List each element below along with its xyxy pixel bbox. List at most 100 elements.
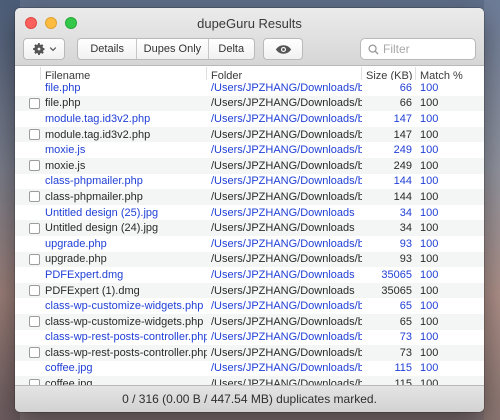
match-cell: 100 — [420, 175, 439, 188]
reference-row[interactable]: coffee.jpg/Users/JPZHANG/Downloads/ba...… — [15, 360, 484, 377]
view-mode-segmented-control: Details Dupes Only Delta — [77, 38, 255, 60]
reference-row[interactable]: upgrade.php/Users/JPZHANG/Downloads/ba..… — [15, 235, 484, 252]
filename-cell: file.php — [45, 81, 81, 94]
size-cell: 147 — [393, 112, 412, 125]
size-cell: 249 — [393, 144, 412, 157]
folder-cell: /Users/JPZHANG/Downloads/ba... — [211, 300, 362, 313]
filename-cell: class-phpmailer.php — [45, 175, 143, 188]
actions-menu-button[interactable] — [23, 38, 65, 60]
match-cell: 100 — [420, 284, 439, 297]
duplicate-row[interactable]: moxie.js/Users/JPZHANG/Downloads/ba... 24… — [15, 157, 484, 174]
dupes-only-button[interactable]: Dupes Only — [137, 39, 209, 59]
reference-row[interactable]: moxie.js/Users/JPZHANG/Downloads/ba... 24… — [15, 142, 484, 158]
mark-checkbox[interactable] — [29, 253, 40, 265]
match-cell: 100 — [420, 346, 439, 359]
folder-cell: /Users/JPZHANG/Downloads/ba... — [211, 112, 362, 125]
duplicate-row[interactable]: coffee.jpg/Users/JPZHANG/Downloads/ba...… — [15, 376, 484, 385]
match-cell: 100 — [420, 253, 439, 266]
folder-cell: /Users/JPZHANG/Downloads/ba... — [211, 315, 362, 328]
match-cell: 100 — [420, 190, 439, 203]
folder-cell: /Users/JPZHANG/Downloads/ba... — [211, 128, 362, 141]
folder-cell: /Users/JPZHANG/Downloads/ba... — [211, 81, 362, 94]
filename-cell: class-phpmailer.php — [45, 190, 143, 203]
reference-row[interactable]: Untitled design (25).jpg/Users/JPZHANG/D… — [15, 204, 484, 221]
reference-row[interactable]: PDFExpert.dmg/Users/JPZHANG/Downloads 350… — [15, 267, 484, 283]
size-cell: 73 — [399, 331, 412, 344]
details-button[interactable]: Details — [78, 39, 138, 59]
filename-cell: class-wp-rest-posts-controller.php — [45, 331, 207, 344]
reference-row[interactable]: class-phpmailer.php/Users/JPZHANG/Downlo… — [15, 173, 484, 190]
mark-cell — [15, 191, 41, 203]
duplicate-row[interactable]: PDFExpert (1).dmg/Users/JPZHANG/Download… — [15, 282, 484, 299]
mark-checkbox[interactable] — [29, 347, 40, 359]
desktop-background-right — [484, 0, 500, 420]
status-text: 0 / 316 (0.00 B / 447.54 MB) duplicates … — [122, 392, 377, 406]
mark-cell — [15, 97, 41, 109]
folder-cell: /Users/JPZHANG/Downloads/ba... — [211, 378, 362, 385]
mark-checkbox[interactable] — [29, 160, 40, 172]
match-cell: 100 — [420, 206, 439, 219]
status-bar: 0 / 316 (0.00 B / 447.54 MB) duplicates … — [15, 385, 484, 412]
mark-cell — [15, 222, 41, 234]
mark-checkbox[interactable] — [29, 316, 40, 328]
size-cell: 34 — [399, 222, 412, 235]
folder-cell: /Users/JPZHANG/Downloads/ba... — [211, 362, 362, 375]
filename-cell: class-wp-customize-widgets.php — [45, 315, 204, 328]
match-cell: 100 — [420, 315, 439, 328]
match-cell: 100 — [420, 144, 439, 157]
filename-cell: upgrade.php — [45, 237, 107, 250]
reference-row[interactable]: module.tag.id3v2.php/Users/JPZHANG/Downl… — [15, 111, 484, 127]
match-cell: 100 — [420, 378, 439, 385]
filename-cell: module.tag.id3v2.php — [45, 112, 151, 125]
filter-input[interactable] — [383, 42, 469, 56]
size-cell: 66 — [399, 97, 412, 110]
duplicate-row[interactable]: Untitled design (24).jpg/Users/JPZHANG/D… — [15, 220, 484, 236]
duplicate-row[interactable]: class-wp-rest-posts-controller.php/Users… — [15, 345, 484, 361]
size-cell: 73 — [399, 346, 412, 359]
folder-cell: /Users/JPZHANG/Downloads — [211, 268, 355, 281]
filename-cell: module.tag.id3v2.php — [45, 128, 151, 141]
results-window: dupeGuru Results Details Dupes Only Delt… — [15, 8, 484, 412]
delta-button[interactable]: Delta — [209, 39, 254, 59]
mark-checkbox[interactable] — [29, 97, 40, 109]
folder-cell: /Users/JPZHANG/Downloads — [211, 222, 355, 235]
quick-look-button[interactable] — [263, 38, 303, 60]
size-cell: 144 — [393, 175, 412, 188]
size-cell: 93 — [399, 253, 412, 266]
filename-cell: moxie.js — [45, 144, 86, 157]
reference-row[interactable]: class-wp-customize-widgets.php/Users/JPZ… — [15, 298, 484, 314]
filename-cell: class-wp-rest-posts-controller.php — [45, 346, 207, 359]
filter-search-field[interactable] — [360, 38, 476, 60]
folder-cell: /Users/JPZHANG/Downloads/ba... — [211, 97, 362, 110]
match-cell: 100 — [420, 268, 439, 281]
mark-cell — [15, 347, 41, 359]
filename-cell: PDFExpert.dmg — [45, 268, 124, 281]
duplicate-row[interactable]: class-wp-customize-widgets.php/Users/JPZ… — [15, 313, 484, 330]
duplicate-row[interactable]: class-phpmailer.php/Users/JPZHANG/Downlo… — [15, 189, 484, 205]
mark-checkbox[interactable] — [29, 222, 40, 234]
mark-checkbox[interactable] — [29, 191, 40, 203]
duplicate-row[interactable]: file.php/Users/JPZHANG/Downloads/ba... 66… — [15, 95, 484, 112]
size-cell: 35065 — [381, 268, 412, 281]
mark-cell — [15, 160, 41, 172]
duplicate-row[interactable]: upgrade.php/Users/JPZHANG/Downloads/ba..… — [15, 251, 484, 268]
reference-row[interactable]: class-wp-rest-posts-controller.php/Users… — [15, 329, 484, 346]
size-cell: 249 — [393, 159, 412, 172]
folder-cell: /Users/JPZHANG/Downloads/ba... — [211, 159, 362, 172]
mark-checkbox[interactable] — [29, 129, 40, 141]
duplicate-row[interactable]: module.tag.id3v2.php/Users/JPZHANG/Downl… — [15, 126, 484, 143]
filename-cell: file.php — [45, 97, 81, 110]
mark-cell — [15, 253, 41, 265]
folder-cell: /Users/JPZHANG/Downloads/ba... — [211, 190, 362, 203]
filename-cell: Untitled design (24).jpg — [45, 222, 159, 235]
reference-row[interactable]: file.php/Users/JPZHANG/Downloads/ba... 66… — [15, 80, 484, 96]
filename-cell: coffee.jpg — [45, 378, 93, 385]
size-cell: 66 — [399, 81, 412, 94]
table-body: file.php/Users/JPZHANG/Downloads/ba... 66… — [15, 80, 484, 385]
filename-cell: class-wp-customize-widgets.php — [45, 300, 204, 313]
mark-cell — [15, 129, 41, 141]
folder-cell: /Users/JPZHANG/Downloads/ba... — [211, 253, 362, 266]
match-cell: 100 — [420, 81, 439, 94]
mark-checkbox[interactable] — [29, 285, 40, 297]
size-cell: 147 — [393, 128, 412, 141]
